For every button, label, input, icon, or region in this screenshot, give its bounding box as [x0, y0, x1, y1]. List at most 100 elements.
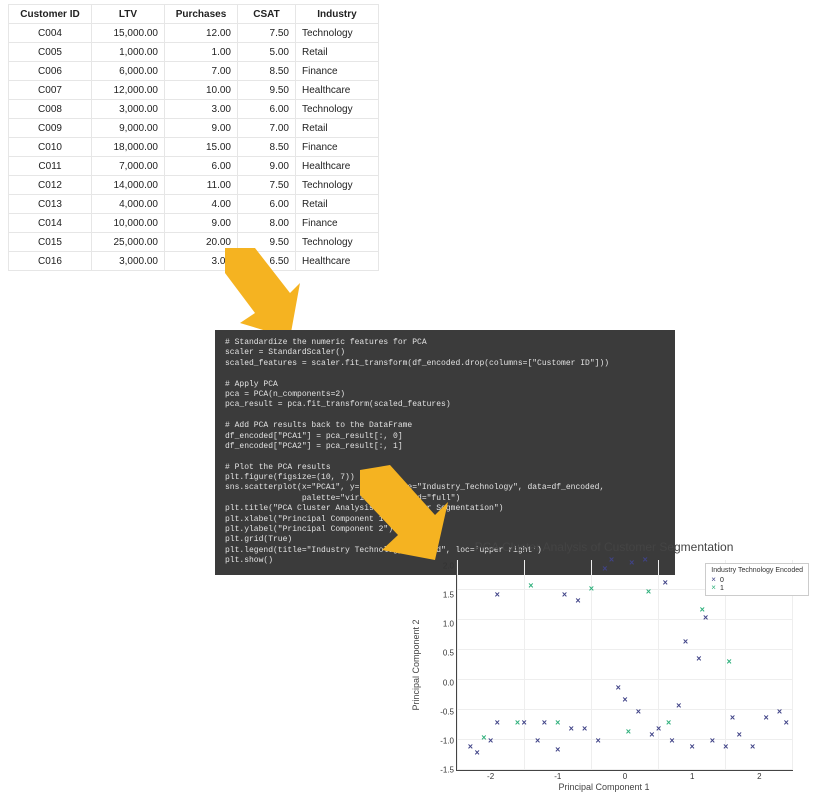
y-tick-label: 0.5 [426, 649, 457, 658]
y-tick-label: -1.0 [426, 736, 457, 745]
x-tick-label: -2 [479, 770, 503, 781]
data-point-icon: × [683, 637, 688, 646]
chart-title: PCA Cluster Analysis of Customer Segment… [396, 540, 812, 554]
table-row: C0163,000.003.006.50Healthcare [9, 252, 379, 271]
data-point-icon: × [669, 736, 674, 745]
cell-ltv: 1,000.00 [92, 43, 165, 62]
cell-ltv: 14,000.00 [92, 176, 165, 195]
cell-ltv: 9,000.00 [92, 119, 165, 138]
cell-purchases: 20.00 [165, 233, 238, 252]
data-point-icon: × [710, 736, 715, 745]
cell-purchases: 3.00 [165, 252, 238, 271]
cell-purchases: 6.00 [165, 157, 238, 176]
data-point-icon: × [562, 591, 567, 600]
legend-label: 1 [720, 585, 724, 592]
cell-industry: Healthcare [296, 252, 379, 271]
data-point-icon: × [481, 733, 486, 742]
table-row: C0117,000.006.009.00Healthcare [9, 157, 379, 176]
x-tick-label: 0 [613, 770, 637, 781]
table-row: C01214,000.0011.007.50Technology [9, 176, 379, 195]
table-row: C0099,000.009.007.00Retail [9, 119, 379, 138]
cell-ltv: 15,000.00 [92, 24, 165, 43]
data-point-icon: × [646, 588, 651, 597]
cell-purchases: 4.00 [165, 195, 238, 214]
col-header-ltv: LTV [92, 5, 165, 24]
data-point-icon: × [730, 713, 735, 722]
x-tick-label: -1 [546, 770, 570, 781]
chart-legend: Industry Technology Encoded × 0 × 1 [705, 563, 809, 596]
cell-industry: Technology [296, 24, 379, 43]
y-tick-label: -0.5 [426, 707, 457, 716]
data-point-icon: × [609, 556, 614, 565]
col-header-csat: CSAT [238, 5, 296, 24]
chart-ylabel: Principal Component 2 [411, 619, 421, 710]
data-point-icon: × [475, 748, 480, 757]
cell-industry: Retail [296, 119, 379, 138]
customer-table: Customer ID LTV Purchases CSAT Industry … [8, 4, 379, 271]
cell-industry: Healthcare [296, 81, 379, 100]
data-point-icon: × [763, 713, 768, 722]
legend-label: 0 [720, 577, 724, 584]
cell-purchases: 9.00 [165, 214, 238, 233]
cell-industry: Retail [296, 195, 379, 214]
data-point-icon: × [555, 719, 560, 728]
cell-customer-id: C010 [9, 138, 92, 157]
y-tick-label: -1.5 [426, 766, 457, 775]
data-point-icon: × [595, 736, 600, 745]
code-block: # Standardize the numeric features for P… [215, 330, 675, 575]
cell-industry: Technology [296, 100, 379, 119]
cell-customer-id: C004 [9, 24, 92, 43]
data-point-icon: × [643, 556, 648, 565]
legend-swatch-icon: × [711, 584, 716, 592]
data-point-icon: × [626, 728, 631, 737]
cell-industry: Finance [296, 214, 379, 233]
cell-csat: 9.50 [238, 233, 296, 252]
cell-industry: Healthcare [296, 157, 379, 176]
cell-csat: 9.00 [238, 157, 296, 176]
cell-customer-id: C014 [9, 214, 92, 233]
table-row: C0066,000.007.008.50Finance [9, 62, 379, 81]
table-row: C0083,000.003.006.00Technology [9, 100, 379, 119]
cell-csat: 7.00 [238, 119, 296, 138]
cell-industry: Finance [296, 138, 379, 157]
data-point-icon: × [656, 725, 661, 734]
cell-csat: 8.00 [238, 214, 296, 233]
data-point-icon: × [468, 742, 473, 751]
cell-csat: 6.00 [238, 195, 296, 214]
cell-customer-id: C006 [9, 62, 92, 81]
y-tick-label: 2.0 [426, 561, 457, 570]
data-point-icon: × [488, 736, 493, 745]
cell-csat: 6.50 [238, 252, 296, 271]
data-point-icon: × [723, 742, 728, 751]
table-row: C0134,000.004.006.00Retail [9, 195, 379, 214]
cell-customer-id: C013 [9, 195, 92, 214]
data-point-icon: × [629, 558, 634, 567]
col-header-purchases: Purchases [165, 5, 238, 24]
table-header-row: Customer ID LTV Purchases CSAT Industry [9, 5, 379, 24]
data-point-icon: × [522, 719, 527, 728]
cell-ltv: 3,000.00 [92, 252, 165, 271]
data-point-icon: × [542, 719, 547, 728]
data-point-icon: × [737, 731, 742, 740]
legend-entry-0: × 0 [711, 576, 803, 584]
data-point-icon: × [528, 582, 533, 591]
data-point-icon: × [575, 596, 580, 605]
data-point-icon: × [690, 742, 695, 751]
cell-ltv: 6,000.00 [92, 62, 165, 81]
cell-csat: 5.00 [238, 43, 296, 62]
data-point-icon: × [666, 719, 671, 728]
table-row: C00712,000.0010.009.50Healthcare [9, 81, 379, 100]
cell-purchases: 9.00 [165, 119, 238, 138]
cell-ltv: 10,000.00 [92, 214, 165, 233]
x-tick-label: 1 [680, 770, 704, 781]
chart-xlabel: Principal Component 1 [396, 782, 812, 792]
cell-customer-id: C015 [9, 233, 92, 252]
cell-ltv: 18,000.00 [92, 138, 165, 157]
cell-purchases: 1.00 [165, 43, 238, 62]
data-point-icon: × [495, 591, 500, 600]
cell-purchases: 15.00 [165, 138, 238, 157]
cell-csat: 8.50 [238, 62, 296, 81]
cell-purchases: 3.00 [165, 100, 238, 119]
cell-customer-id: C011 [9, 157, 92, 176]
x-tick-label: 2 [747, 770, 771, 781]
